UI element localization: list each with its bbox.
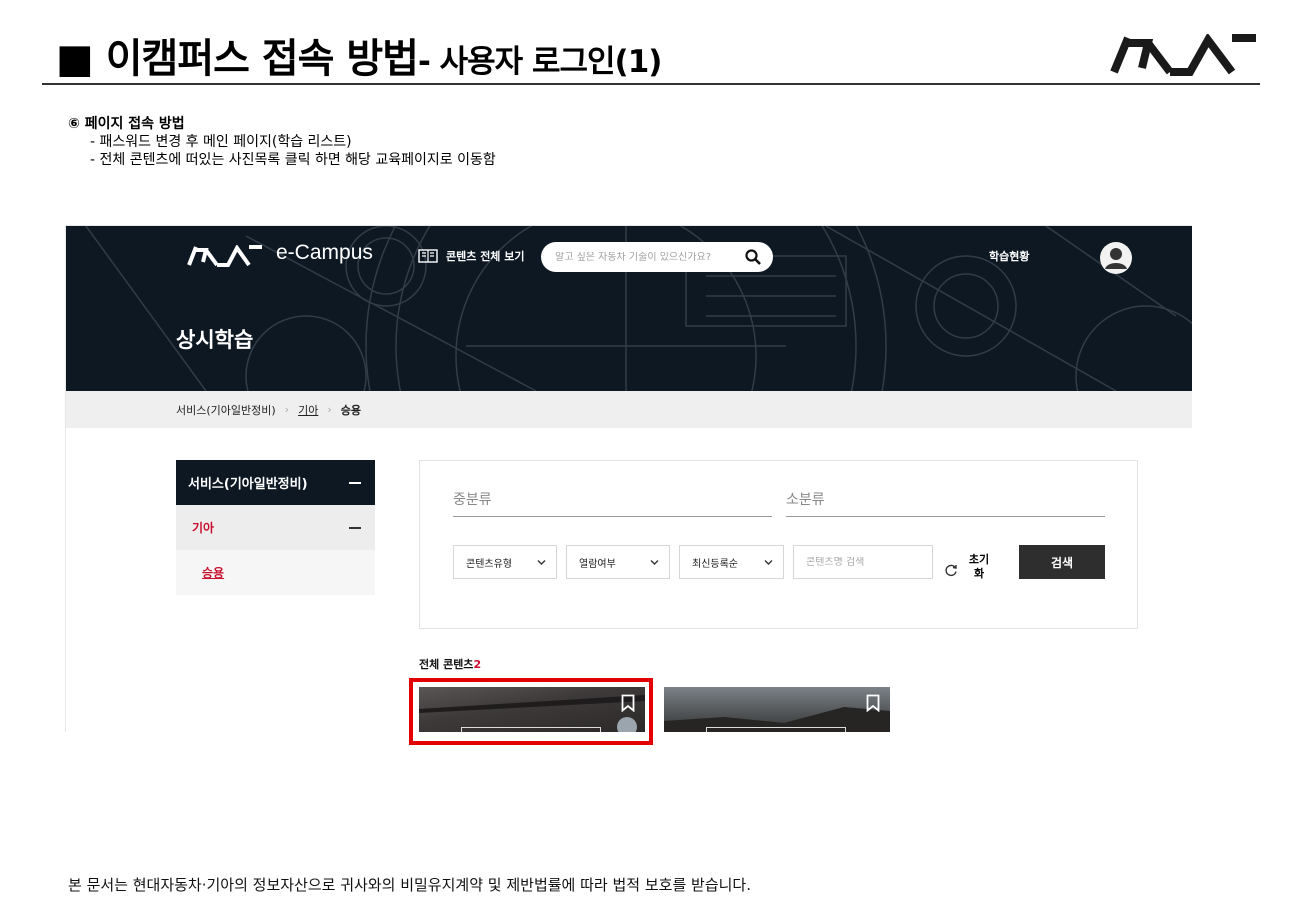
- total-content-label: 전체 콘텐츠: [419, 658, 474, 671]
- step-line-2: - 전체 콘텐츠에 떠있는 사진목록 클릭 하면 해당 교육페이지로 이동함: [90, 152, 496, 168]
- reset-label-line-2: 화: [973, 567, 985, 580]
- content-card[interactable]: [664, 687, 890, 732]
- kia-logo-icon: [1110, 34, 1256, 76]
- filter-panel: 중분류 소분류 콘텐츠유형 열람여부 최신등록순 초기 화 검색: [419, 460, 1138, 629]
- menu-item-label: 서비스(기아일반정비): [188, 477, 308, 492]
- highlight-box: [409, 678, 653, 745]
- menu-item-passenger[interactable]: 승용: [176, 550, 375, 595]
- learning-status-link[interactable]: 학습현황: [989, 248, 1029, 264]
- thumbnail-image: [664, 707, 890, 732]
- collapse-icon[interactable]: [349, 481, 361, 484]
- breadcrumb-item-current: 승용: [340, 403, 361, 417]
- menu-item-kia[interactable]: 기아: [176, 505, 375, 550]
- chevron-down-icon: [650, 560, 659, 565]
- chevron-right-icon: ›: [284, 403, 290, 416]
- mid-category-select[interactable]: 중분류: [453, 485, 772, 517]
- card-caption-box: [706, 727, 846, 732]
- side-menu: 서비스(기아일반정비) 기아 승용: [176, 460, 375, 595]
- book-icon: [418, 249, 438, 263]
- step-heading: ⑥ 페이지 접속 방법: [68, 116, 185, 132]
- step-line-1: - 패스워드 변경 후 메인 페이지(학습 리스트): [90, 134, 352, 150]
- slide-title: ■ 이캠퍼스 접속 방법 - 사용자 로그인(1): [56, 26, 662, 82]
- content-type-value: 콘텐츠유형: [466, 558, 512, 570]
- sort-value: 최신등록순: [692, 558, 738, 570]
- search-button[interactable]: 검색: [1019, 545, 1105, 579]
- catalog-link[interactable]: 콘텐츠 전체 보기: [418, 248, 525, 264]
- sort-select[interactable]: 최신등록순: [679, 545, 784, 579]
- hero-banner: e-Campus 콘텐츠 전체 보기 학습현황 상시학습: [66, 226, 1192, 391]
- ecampus-screenshot: e-Campus 콘텐츠 전체 보기 학습현황 상시학습 서비스(기아일반정비)…: [65, 225, 1192, 732]
- confidentiality-notice: 본 문서는 현대자동차·기아의 정보자산으로 귀사와의 비밀유지계약 및 제반법…: [68, 876, 751, 894]
- brand-name[interactable]: e-Campus: [276, 241, 373, 265]
- step-description: ⑥ 페이지 접속 방법 - 패스워드 변경 후 메인 페이지(학습 리스트) -…: [68, 115, 496, 169]
- refresh-icon: [945, 564, 957, 577]
- view-status-value: 열람여부: [579, 558, 616, 570]
- chevron-right-icon: ›: [327, 403, 332, 416]
- content-type-select[interactable]: 콘텐츠유형: [453, 545, 557, 579]
- chevron-down-icon: [537, 560, 546, 565]
- total-content-heading: 전체 콘텐츠2: [419, 656, 481, 672]
- keyword-input[interactable]: [806, 556, 926, 568]
- chevron-down-icon: [764, 560, 773, 565]
- catalog-label: 콘텐츠 전체 보기: [446, 250, 525, 263]
- reset-label: 초기 화: [967, 553, 991, 581]
- reset-button[interactable]: 초기 화: [944, 553, 991, 581]
- reset-label-line-1: 초기: [968, 553, 990, 566]
- view-status-select[interactable]: 열람여부: [566, 545, 670, 579]
- avatar-icon[interactable]: [1100, 242, 1132, 274]
- bookmark-icon[interactable]: [866, 694, 880, 712]
- menu-item-service[interactable]: 서비스(기아일반정비): [176, 460, 375, 505]
- title-divider: [42, 83, 1260, 85]
- slide-title-main: ■ 이캠퍼스 접속 방법: [56, 36, 419, 82]
- keyword-box[interactable]: [793, 545, 933, 579]
- sub-category-select[interactable]: 소분류: [786, 485, 1105, 517]
- kia-logo-icon: [187, 245, 262, 267]
- search-icon[interactable]: [745, 249, 761, 265]
- collapse-icon[interactable]: [349, 526, 361, 529]
- breadcrumb-item-service[interactable]: 서비스(기아일반정비): [176, 402, 276, 418]
- menu-item-label: 기아: [192, 521, 215, 535]
- total-content-count: 2: [473, 658, 482, 671]
- page-title: 상시학습: [176, 328, 254, 352]
- slide-title-sub: - 사용자 로그인(1): [417, 44, 662, 80]
- search-box[interactable]: [541, 242, 773, 272]
- breadcrumb-item-kia[interactable]: 기아: [298, 402, 318, 418]
- breadcrumb: 서비스(기아일반정비) › 기아 › 승용: [66, 391, 1192, 428]
- search-input[interactable]: [555, 251, 735, 263]
